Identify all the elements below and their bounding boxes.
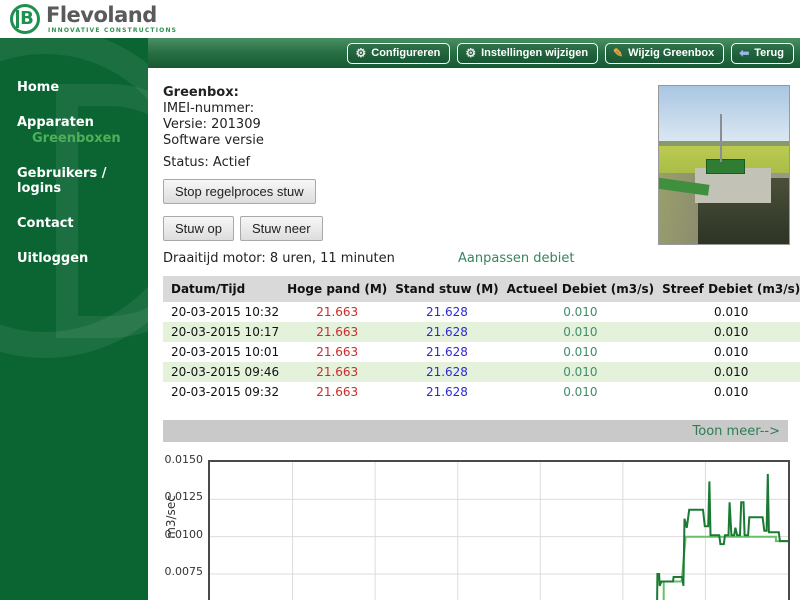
stuw-neer-button[interactable]: Stuw neer: [240, 216, 323, 241]
stop-regelproces-button[interactable]: Stop regelproces stuw: [163, 179, 316, 204]
gear-icon: ⚙: [465, 47, 476, 59]
toon-meer-link[interactable]: Toon meer-->: [693, 424, 780, 439]
table-cell: 21.628: [391, 342, 502, 362]
table-header-cell: Actueel Debiet (m3/s): [503, 276, 658, 302]
table-cell: 21.628: [391, 302, 502, 322]
table-cell: 0.010: [503, 342, 658, 362]
chart-series-streef-debiet: [210, 537, 788, 600]
table-header-cell: Streef Debiet (m3/s): [658, 276, 800, 302]
table-cell: 0.010: [658, 322, 800, 342]
chart-y-tick-label: 0.0150: [163, 453, 203, 466]
terug-button[interactable]: ⬅ Terug: [731, 43, 794, 64]
table-cell: 0.010: [658, 342, 800, 362]
table-cell: 21.663: [283, 382, 391, 402]
table-cell: 20-03-2015 09:32: [163, 382, 283, 402]
sidebar-item-apparaten[interactable]: Apparaten: [17, 115, 148, 130]
motor-runtime-text: Draaitijd motor: 8 uren, 11 minuten: [163, 251, 395, 266]
company-logo: B Flevoland INNOVATIVE CONSTRUCTIONS: [10, 3, 177, 34]
sidebar-item-uitloggen[interactable]: Uitloggen: [17, 251, 148, 266]
chart-y-ticks: 0.0150 0.0125 0.0100 0.0075: [163, 448, 205, 600]
device-info-line: Greenbox:: [163, 85, 264, 101]
table-cell: 20-03-2015 09:46: [163, 362, 283, 382]
device-info-line: Versie: 201309: [163, 117, 264, 133]
photo-sky: [659, 86, 789, 144]
toolbar-button-label: Terug: [754, 47, 784, 59]
aanpassen-debiet-link[interactable]: Aanpassen debiet: [458, 251, 574, 266]
table-cell: 21.663: [283, 302, 391, 322]
gear-icon: ⚙: [355, 47, 366, 59]
main-content: Greenbox:IMEI-nummer:Versie: 201309Softw…: [148, 68, 800, 600]
photo-pole: [720, 114, 722, 161]
stuw-op-button[interactable]: Stuw op: [163, 216, 234, 241]
company-tagline: INNOVATIVE CONSTRUCTIONS: [48, 27, 177, 34]
device-info-line: IMEI-nummer:: [163, 101, 264, 117]
back-arrow-icon: ⬅: [739, 47, 749, 59]
table-cell: 0.010: [503, 362, 658, 382]
top-header: B Flevoland INNOVATIVE CONSTRUCTIONS: [0, 0, 800, 38]
chart-y-tick-label: 0.0075: [163, 565, 203, 578]
table-header-cell: Stand stuw (M): [391, 276, 502, 302]
device-info-block: Greenbox:IMEI-nummer:Versie: 201309Softw…: [163, 85, 264, 149]
table-row: 20-03-2015 10:0121.66321.6280.0100.0102.…: [163, 342, 800, 362]
table-row: 20-03-2015 09:4621.66321.6280.0100.0102.…: [163, 362, 800, 382]
table-cell: 21.628: [391, 362, 502, 382]
toolbar-button-label: Wijzig Greenbox: [628, 47, 714, 59]
chart-y-tick-label: 0.0100: [163, 528, 203, 541]
table-cell: 21.663: [283, 362, 391, 382]
toolbar: ⚙ Configureren ⚙ Instellingen wijzigen ✎ Wijz…: [148, 38, 800, 68]
table-cell: 21.663: [283, 322, 391, 342]
table-cell: 0.010: [658, 382, 800, 402]
table-row: 20-03-2015 09:3221.66321.6280.0100.0102.…: [163, 382, 800, 402]
toolbar-button-label: Configureren: [371, 47, 440, 59]
device-status: Status: Actief: [163, 155, 250, 170]
sidebar-item-contact[interactable]: Contact: [17, 216, 148, 231]
table-cell: 21.628: [391, 382, 502, 402]
table-cell: 20-03-2015 10:32: [163, 302, 283, 322]
table-cell: 0.010: [503, 382, 658, 402]
wijzig-greenbox-button[interactable]: ✎ Wijzig Greenbox: [605, 43, 724, 64]
table-row: 20-03-2015 10:1721.66321.6280.0100.0102.…: [163, 322, 800, 342]
table-footer-bar: Toon meer-->: [163, 420, 788, 442]
measurements-table: Datum/TijdHoge pand (M)Stand stuw (M)Act…: [163, 276, 800, 402]
table-header-cell: Datum/Tijd: [163, 276, 283, 302]
photo-greenbox-unit: [706, 159, 745, 175]
table-cell: 21.628: [391, 322, 502, 342]
table-cell: 0.010: [503, 322, 658, 342]
weir-photo: [658, 85, 790, 245]
table-header-cell: Hoge pand (M): [283, 276, 391, 302]
sidebar: Home ApparatenGreenboxen Gebruikers / logi…: [0, 38, 148, 600]
table-cell: 20-03-2015 10:01: [163, 342, 283, 362]
chart-svg: [210, 462, 788, 600]
table-row: 20-03-2015 10:3221.66321.6280.0100.0102.…: [163, 302, 800, 322]
device-info-line: Software versie: [163, 133, 264, 149]
company-name: Flevoland: [46, 3, 177, 27]
logo-monogram-icon: B: [10, 4, 40, 34]
table-cell: 21.663: [283, 342, 391, 362]
debiet-chart: m3/sec 0.01500.01250.01000.0075: [163, 448, 793, 600]
table-cell: 0.010: [658, 302, 800, 322]
table-cell: 0.010: [658, 362, 800, 382]
configureren-button[interactable]: ⚙ Configureren: [347, 43, 450, 64]
chart-y-tick-label: 0.0125: [163, 490, 203, 503]
table-cell: 0.010: [503, 302, 658, 322]
instellingen-wijzigen-button[interactable]: ⚙ Instellingen wijzigen: [457, 43, 598, 64]
toolbar-button-label: Instellingen wijzigen: [481, 47, 588, 59]
table-cell: 20-03-2015 10:17: [163, 322, 283, 342]
pencil-icon: ✎: [613, 47, 623, 59]
sidebar-item-gebruikers-logins[interactable]: Gebruikers / logins: [17, 166, 148, 196]
chart-plot-area: [208, 460, 790, 600]
sidebar-item-home[interactable]: Home: [17, 80, 148, 95]
logo-monogram-letter: B: [16, 10, 34, 28]
sidebar-subitem-greenboxen[interactable]: Greenboxen: [32, 131, 148, 146]
